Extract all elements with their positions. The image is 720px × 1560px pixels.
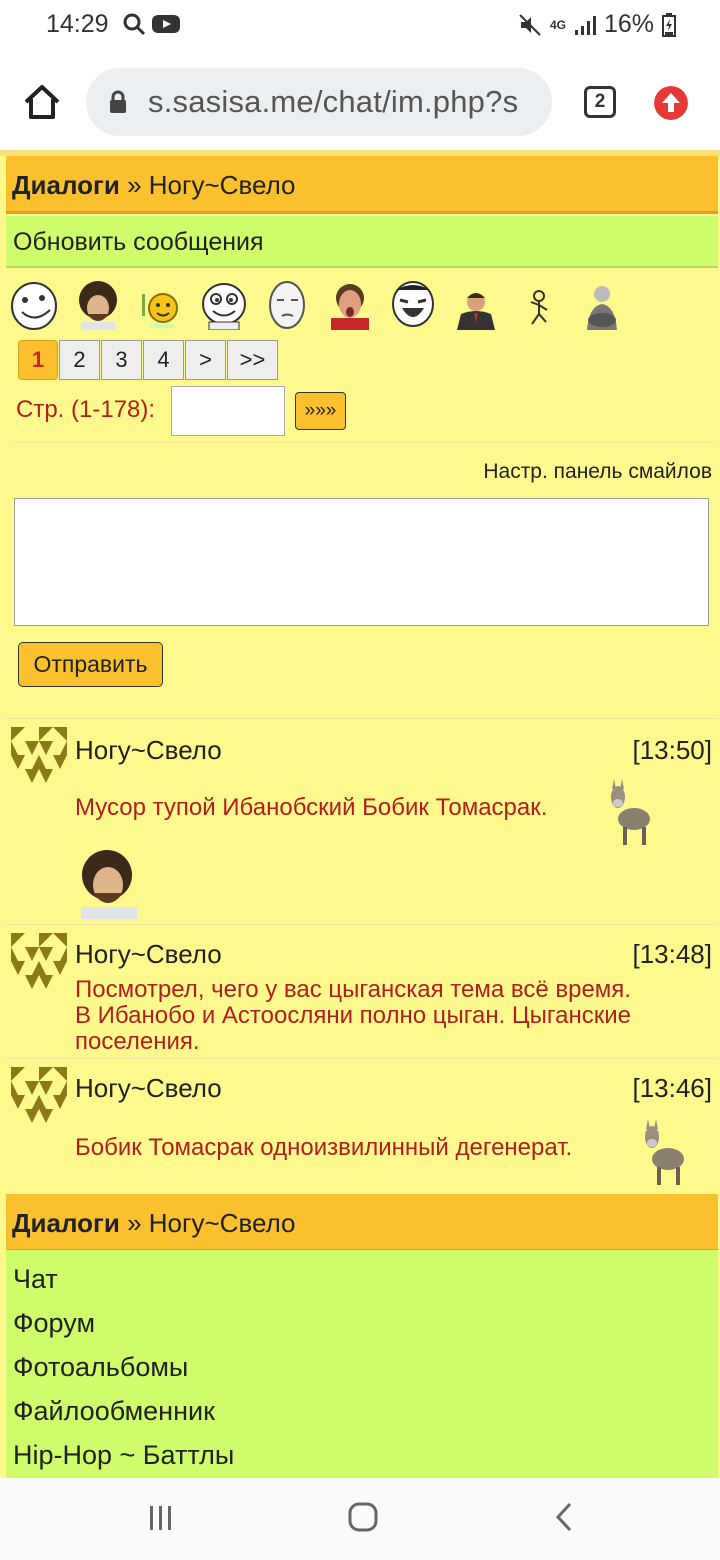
message-author[interactable]: Ногу~Свело: [75, 735, 222, 766]
tab-switcher-button[interactable]: 2: [584, 86, 616, 118]
page-button-2[interactable]: 2: [59, 340, 100, 380]
message-text: Посмотрел, чего у вас цыганская тема всё…: [75, 977, 631, 1055]
goto-page-label: Стр. (1-178):: [16, 396, 156, 423]
mr-bean-icon[interactable]: [451, 280, 501, 330]
address-bar[interactable]: s.sasisa.me/chat/im.php?s: [86, 68, 552, 136]
nav-link-photo-albums[interactable]: Фотоальбомы: [13, 1352, 188, 1383]
search-icon: [123, 13, 146, 36]
update-icon[interactable]: [654, 86, 688, 120]
troll-face-icon[interactable]: [10, 280, 60, 330]
smiley-settings-link[interactable]: Настр. панель смайлов: [483, 460, 712, 484]
header-section-link[interactable]: Диалоги: [12, 170, 120, 200]
footer-section-link[interactable]: Диалоги: [12, 1208, 120, 1238]
footer-header: Диалоги » Ногу~Свело: [6, 1194, 718, 1252]
back-icon[interactable]: [550, 1500, 580, 1534]
page-button-4[interactable]: 4: [143, 340, 184, 380]
next-page-button[interactable]: >: [185, 340, 226, 380]
system-nav-bar: [0, 1478, 720, 1560]
home-icon[interactable]: [22, 82, 62, 122]
message-time: [13:50]: [632, 735, 712, 765]
page-content: Диалоги » Ногу~Свело Обновить сообщения …: [0, 150, 720, 1478]
donkey-icon: [611, 779, 650, 845]
nav-link-file-sharing[interactable]: Файлообменник: [13, 1396, 215, 1427]
header-user: Ногу~Свело: [148, 170, 296, 200]
avatar: [11, 1067, 67, 1123]
footer-separator: »: [127, 1208, 142, 1238]
pagination: 1 2 3 4 > >>: [18, 340, 279, 380]
url-text: s.sasisa.me/chat/im.php?s: [148, 84, 519, 119]
mute-icon: [519, 13, 541, 36]
message-item: Ногу~Свело [13:48] Посмотрел, чего у вас…: [6, 924, 718, 1058]
message-author[interactable]: Ногу~Свело: [75, 1073, 222, 1104]
battery-charging-icon: [662, 12, 676, 37]
dancing-stickman-icon[interactable]: [514, 280, 564, 330]
page-button-3[interactable]: 3: [101, 340, 142, 380]
recent-apps-icon[interactable]: [146, 1502, 176, 1532]
message-author[interactable]: Ногу~Свело: [75, 939, 222, 970]
message-text: Мусор тупой Ибанобский Бобик Томасрак.: [75, 794, 548, 821]
shocked-man-icon[interactable]: [325, 280, 375, 330]
refresh-messages-link[interactable]: Обновить сообщения: [6, 216, 718, 268]
message-item: Ногу~Свело [13:46] Бобик Томасрак одноиз…: [6, 1058, 718, 1194]
message-text: Бобик Томасрак одноизвилинный дегенерат.: [75, 1134, 573, 1161]
nav-link-chat[interactable]: Чат: [13, 1264, 58, 1295]
home-nav-icon[interactable]: [346, 1500, 380, 1534]
divider: [14, 442, 714, 443]
bob-ross-icon[interactable]: [73, 280, 123, 330]
youtube-icon: [152, 15, 180, 33]
avatar: [11, 727, 67, 783]
message-text-line: поселения.: [75, 1028, 200, 1055]
laughing-meme-icon[interactable]: [388, 280, 438, 330]
footer-user: Ногу~Свело: [148, 1208, 296, 1238]
battery-percent: 16%: [603, 10, 654, 38]
header-separator: »: [127, 170, 142, 200]
message-text-line: Посмотрел, чего у вас цыганская тема всё…: [75, 976, 631, 1003]
send-button[interactable]: Отправить: [18, 642, 163, 687]
signal-icon: [574, 15, 596, 35]
network-label: 4G: [549, 17, 566, 32]
goto-page-button[interactable]: »»»: [295, 392, 346, 430]
browser-toolbar: s.sasisa.me/chat/im.php?s 2: [0, 52, 720, 150]
meme-face-icon[interactable]: [262, 280, 312, 330]
derp-face-icon[interactable]: [199, 280, 249, 330]
message-textarea[interactable]: [14, 498, 709, 626]
avatar: [11, 933, 67, 989]
page-button-1[interactable]: 1: [18, 340, 58, 380]
nav-link-forum[interactable]: Форум: [13, 1308, 95, 1339]
page-header: Диалоги » Ногу~Свело: [6, 156, 718, 214]
site-nav: Чат Форум Фотоальбомы Файлообменник Hip-…: [6, 1250, 718, 1478]
donkey-icon: [645, 1119, 684, 1185]
yellow-smiley-icon[interactable]: [136, 280, 186, 330]
lock-icon: [110, 90, 126, 113]
message-text-line: В Ибанобо и Астоосляни полно цыган. Цыга…: [75, 1002, 631, 1029]
status-time: 14:29: [46, 10, 109, 38]
smiley-panel: [10, 274, 640, 330]
goto-page-input[interactable]: [171, 386, 285, 436]
bob-ross-icon: [81, 850, 137, 919]
message-time: [13:48]: [632, 939, 712, 969]
last-page-button[interactable]: >>: [227, 340, 278, 380]
nav-link-hiphop-battles[interactable]: Hip-Hop ~ Баттлы: [13, 1440, 234, 1471]
status-bar: 14:29 4G 16%: [0, 0, 720, 52]
old-man-icon[interactable]: [577, 280, 627, 330]
message-time: [13:46]: [632, 1073, 712, 1103]
message-item: Ногу~Свело [13:50] Мусор тупой Ибанобски…: [6, 718, 718, 924]
